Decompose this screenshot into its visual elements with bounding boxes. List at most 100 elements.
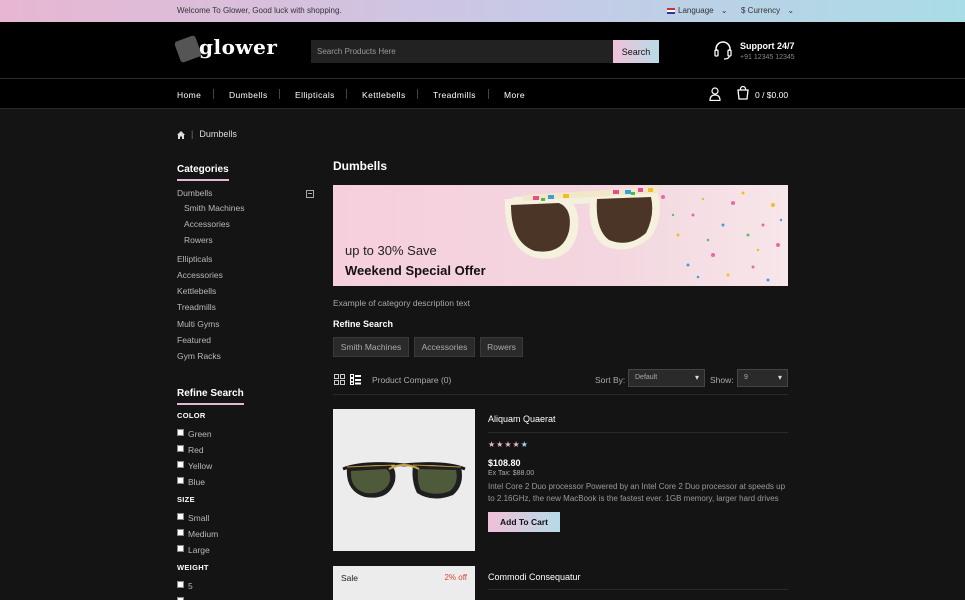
category-ellipticals[interactable]: Ellipticals [177,254,212,264]
size-medium-checkbox[interactable] [177,529,184,536]
chevron-down-icon: ⌄ [787,6,795,15]
category-gym-racks[interactable]: Gym Racks [177,351,221,361]
chevron-down-icon: ⌄ [720,6,728,15]
nav-item-more[interactable]: More [504,90,525,100]
add-to-cart-button[interactable]: Add To Cart [488,512,560,532]
color-green-checkbox[interactable] [177,429,184,436]
nav-item-kettlebells[interactable]: Kettlebells [362,90,406,100]
sale-badge: Sale [341,573,359,583]
product-price: $108.80 [488,458,521,468]
category-kettlebells[interactable]: Kettlebells [177,286,216,296]
size-small-label: Small [188,513,210,523]
breadcrumb-separator: | [191,129,194,139]
top-bar: Welcome To Glower, Good luck with shoppi… [0,0,965,22]
categories-title: Categories [177,164,229,181]
cart-summary[interactable]: 0 / $0.00 [755,90,788,100]
logo-text: glower [199,35,278,59]
refine-tag-rowers[interactable]: Rowers [480,337,523,357]
show-label: Show: [710,375,734,385]
star-icon: ★ [504,440,513,449]
product-name[interactable]: Aliquam Quaerat [488,414,556,424]
refine-tag-accessories[interactable]: Accessories [414,337,475,357]
nav-separator [346,89,347,99]
nav-item-ellipticals[interactable]: Ellipticals [295,90,335,100]
currency-label: $ Currency [741,6,781,15]
nav-separator [417,89,418,99]
show-select[interactable]: 9 [737,369,788,387]
header: glower Search Support 24/7 +91 12345 123… [0,22,965,79]
logo-mark-icon [173,34,203,64]
color-filter-heading: COLOR [177,411,206,420]
page-title: Dumbells [333,159,388,173]
product-ex-tax: Ex Tax: $88.00 [488,470,535,477]
size-large-checkbox[interactable] [177,545,184,552]
banner-subtitle: up to 30% Save [345,243,437,258]
welcome-text: Welcome To Glower, Good luck with shoppi… [177,6,342,15]
category-accessories[interactable]: Accessories [177,270,223,280]
discount-badge: 2% off [444,573,467,582]
product-image[interactable]: Sale 2% off [333,566,475,600]
search-input[interactable] [311,40,613,63]
nav-item-dumbells[interactable]: Dumbells [229,90,268,100]
color-blue-checkbox[interactable] [177,477,184,484]
category-multi-gyms[interactable]: Multi Gyms [177,319,220,329]
product-name[interactable]: Commodi Consequatur [488,572,581,582]
size-filter-heading: SIZE [177,495,195,504]
nav-item-home[interactable]: Home [177,90,201,100]
sort-select[interactable]: Default [628,369,705,387]
promo-banner[interactable]: up to 30% Save Weekend Special Offer [333,185,788,286]
size-medium-label: Medium [188,529,219,539]
search-button[interactable]: Search [613,40,659,63]
user-icon[interactable] [709,87,721,101]
size-large-label: Large [188,545,210,555]
banner-title: Weekend Special Offer [345,263,486,278]
color-red-label: Red [188,445,204,455]
refine-search-heading: Refine Search [333,319,394,329]
toolbar-divider [333,394,788,395]
product-divider [488,589,788,590]
product-compare-link[interactable]: Product Compare (0) [372,375,451,385]
category-featured[interactable]: Featured [177,335,211,345]
nav-separator [213,89,214,99]
flag-icon [667,7,675,14]
subcategory-rowers[interactable]: Rowers [184,235,213,245]
sunglasses-product-image [342,462,466,499]
currency-dropdown[interactable]: $ Currency ⌄ [741,6,794,15]
logo[interactable]: glower [173,34,277,64]
color-blue-label: Blue [188,477,206,487]
star-icon: ★ [512,440,521,449]
size-small-checkbox[interactable] [177,513,184,520]
refine-search-title: Refine Search [177,388,244,405]
color-yellow-checkbox[interactable] [177,461,184,468]
category-treadmills[interactable]: Treadmills [177,302,216,312]
nav-item-treadmills[interactable]: Treadmills [433,90,476,100]
main-nav: Home Dumbells Ellipticals Kettlebells Tr… [0,79,965,109]
headset-icon [714,41,732,60]
nav-separator [488,89,489,99]
refine-tag-smith-machines[interactable]: Smith Machines [333,337,409,357]
category-description: Example of category description text [333,298,471,308]
weight-5-checkbox[interactable] [177,581,184,588]
grid-view-icon[interactable] [334,374,345,385]
list-view-icon[interactable] [350,374,361,385]
star-icon: ★ [520,440,529,449]
support-phone: +91 12345 12345 [740,54,795,61]
cart-icon[interactable] [736,86,750,100]
breadcrumb-current[interactable]: Dumbells [199,129,237,139]
home-icon[interactable] [177,130,185,139]
color-green-label: Green [188,429,212,439]
language-dropdown[interactable]: Language ⌄ [667,6,728,15]
rating-stars: ★★★★★ [488,440,529,449]
subcategory-accessories[interactable]: Accessories [184,219,230,229]
product-description: Intel Core 2 Duo processor Powered by an… [488,482,786,503]
collapse-icon[interactable] [306,190,314,198]
language-label: Language [678,6,714,15]
color-red-checkbox[interactable] [177,445,184,452]
category-dumbells[interactable]: Dumbells [177,188,212,198]
subcategory-smith-machines[interactable]: Smith Machines [184,203,244,213]
weight-filter-heading: WEIGHT [177,563,209,572]
support-title: Support 24/7 [740,41,795,51]
sort-label: Sort By: [595,375,626,385]
color-yellow-label: Yellow [188,461,213,471]
product-image[interactable] [333,409,475,551]
